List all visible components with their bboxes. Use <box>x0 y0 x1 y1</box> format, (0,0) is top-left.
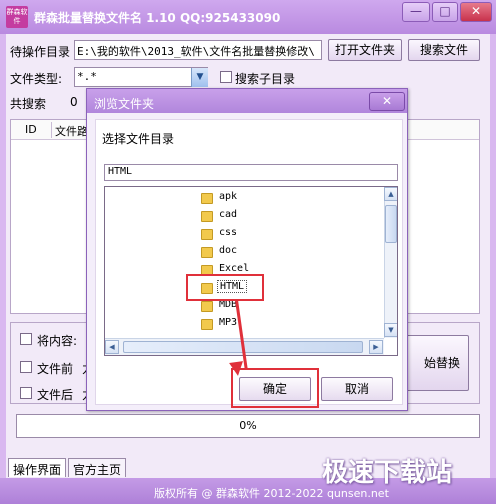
search-subdirs-label: 搜索子目录 <box>235 72 296 86</box>
app-logo: 群森软件 <box>6 6 28 28</box>
main-title-bar: 群森软件 群森批量替换文件名 1.10 QQ:925433090 — □ ✕ <box>0 0 496 34</box>
minimize-button[interactable]: — <box>402 2 430 22</box>
total-found-label: 共搜索 <box>10 97 47 111</box>
dialog-title: 浏览文件夹 <box>94 97 155 111</box>
chevron-down-icon[interactable]: ▼ <box>191 68 208 87</box>
replace-content-checkbox[interactable] <box>20 333 32 345</box>
open-folder-button[interactable]: 打开文件夹 <box>328 39 402 61</box>
close-button[interactable]: ✕ <box>460 2 492 22</box>
folder-icon <box>201 319 213 330</box>
scrollbar-thumb[interactable] <box>385 205 397 243</box>
file-type-value: *.* <box>77 70 97 83</box>
folder-path-input[interactable]: HTML <box>104 164 398 181</box>
tab-operation[interactable]: 操作界面 <box>8 458 67 477</box>
scroll-down-icon[interactable]: ▼ <box>384 323 397 337</box>
tab-homepage[interactable]: 官方主页 <box>68 458 127 477</box>
highlight-selected-folder <box>186 274 264 301</box>
annotation-arrow-head <box>229 361 245 377</box>
folder-tree[interactable]: apk cad css doc Excel HTML MDB MP3 ▲ ▼ ◀… <box>104 186 398 356</box>
replace-content-label: 将内容: <box>37 334 78 348</box>
dialog-prompt: 选择文件目录 <box>102 132 175 146</box>
browse-folder-dialog: 浏览文件夹 ✕ 选择文件目录 HTML apk cad css doc Exce… <box>86 88 408 411</box>
progress-text: 0% <box>239 419 257 432</box>
target-dir-label: 待操作目录 <box>10 45 71 59</box>
column-divider <box>51 122 52 138</box>
progress-bar: 0% <box>16 414 480 438</box>
total-found-count: 0 <box>70 95 78 109</box>
dialog-body: 选择文件目录 HTML apk cad css doc Excel HTML M… <box>95 119 403 405</box>
column-header-id[interactable]: ID <box>25 123 37 136</box>
scroll-right-icon[interactable]: ▶ <box>369 340 383 354</box>
search-files-button[interactable]: 搜索文件 <box>408 39 480 61</box>
file-prefix-checkbox[interactable] <box>20 361 32 373</box>
folder-icon <box>201 193 213 204</box>
file-suffix-label: 文件后 <box>37 388 74 402</box>
file-prefix-label: 文件前 <box>37 362 74 376</box>
site-watermark: 极速下载站 <box>322 458 453 488</box>
search-subdirs-checkbox[interactable] <box>220 71 232 83</box>
cancel-button[interactable]: 取消 <box>321 377 393 401</box>
target-dir-input[interactable]: E:\我的软件\2013_软件\文件名批量替换修改\ <box>74 40 322 60</box>
maximize-button[interactable]: □ <box>432 2 458 22</box>
folder-icon <box>201 211 213 222</box>
file-suffix-checkbox[interactable] <box>20 387 32 399</box>
app-title: 群森批量替换文件名 1.10 QQ:925433090 <box>34 11 281 25</box>
dialog-close-button[interactable]: ✕ <box>369 92 405 111</box>
scroll-left-icon[interactable]: ◀ <box>105 340 119 354</box>
file-type-label: 文件类型: <box>10 72 63 86</box>
vertical-scrollbar[interactable]: ▲ ▼ <box>384 187 397 338</box>
folder-icon <box>201 229 213 240</box>
folder-icon <box>201 301 213 312</box>
column-header-path[interactable]: 文件路 <box>55 123 88 139</box>
dialog-title-bar: 浏览文件夹 ✕ <box>87 89 407 113</box>
scroll-up-icon[interactable]: ▲ <box>384 187 397 201</box>
folder-icon <box>201 247 213 258</box>
file-type-select[interactable]: *.* <box>74 67 208 87</box>
